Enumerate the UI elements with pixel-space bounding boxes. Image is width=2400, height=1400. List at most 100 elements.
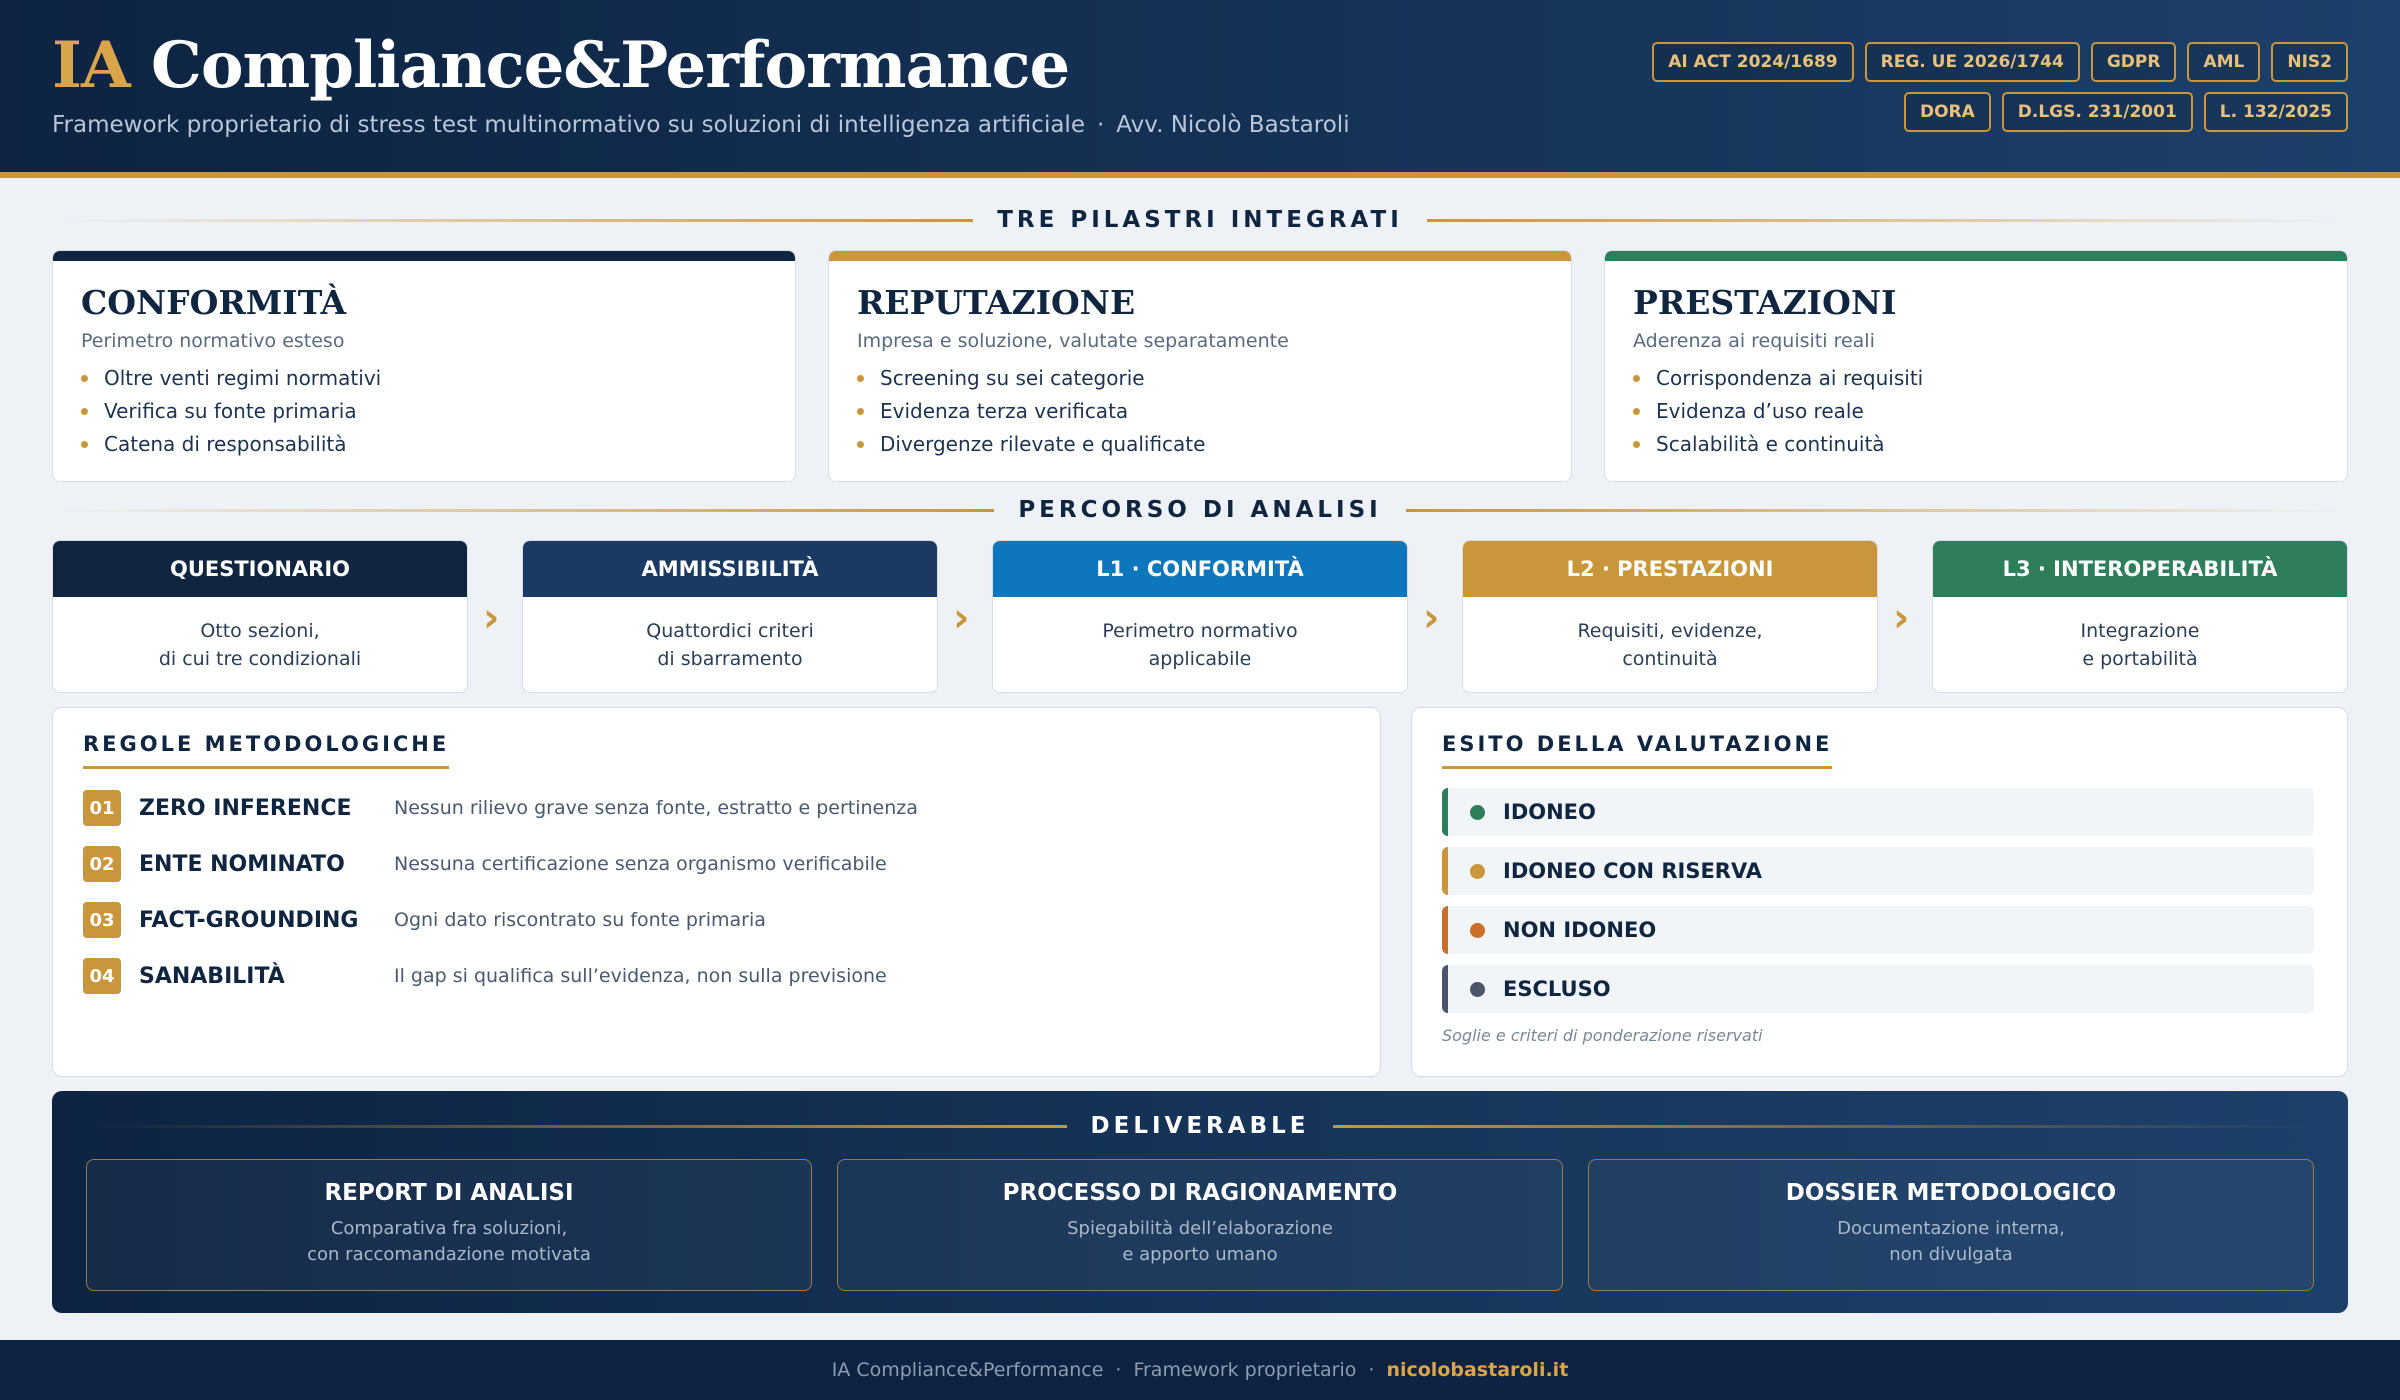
list-item: Corrispondenza ai requisiti xyxy=(1633,366,2347,390)
rule-number: 04 xyxy=(83,958,121,994)
title-prefix: IA xyxy=(52,28,131,103)
heading-rule xyxy=(52,508,995,512)
step-header: QUESTIONARIO xyxy=(53,541,467,597)
badge-legge: L. 132/2025 xyxy=(2203,92,2348,132)
list-item-text: Divergenze rilevate e qualificate xyxy=(880,432,1206,456)
deliverable-panel: DELIVERABLE REPORT DI ANALISI Comparativ… xyxy=(52,1091,2348,1313)
status-dot-icon xyxy=(1470,863,1485,879)
outcome-item-non-idoneo: NON IDONEO xyxy=(1442,906,2314,954)
list-item-text: Corrispondenza ai requisiti xyxy=(1656,366,1924,390)
heading-rule xyxy=(92,1124,1067,1128)
rule-description: Ogni dato riscontrato su fonte primaria xyxy=(394,909,766,931)
step-header: L2 · PRESTAZIONI xyxy=(1463,541,1877,597)
deliverable-desc: Spiegabilità dell’elaborazione e apporto … xyxy=(838,1216,1562,1268)
outcome-item-idoneo: IDONEO xyxy=(1442,788,2314,836)
list-item-text: Scalabilità e continuità xyxy=(1656,432,1885,456)
bullet-icon xyxy=(857,407,864,415)
badge-aml: AML xyxy=(2187,42,2261,82)
footer-name: IA Compliance&Performance xyxy=(831,1359,1104,1381)
deliverable-line: Spiegabilità dell’elaborazione xyxy=(1067,1218,1333,1239)
list-item-text: Oltre venti regimi normativi xyxy=(104,366,382,390)
outcome-stripe xyxy=(1442,788,1448,836)
step-line: Requisiti, evidenze, xyxy=(1577,620,1763,642)
step-l2-prestazioni: L2 · PRESTAZIONI Requisiti, evidenze, con… xyxy=(1462,540,1878,693)
badge-dlgs: D.LGS. 231/2001 xyxy=(2001,92,2193,132)
pillars-heading: TRE PILASTRI INTEGRATI xyxy=(52,205,2349,235)
outcome-item-escluso: ESCLUSO xyxy=(1442,965,2314,1013)
step-l3-interoperabilita: L3 · INTEROPERABILITÀ Integrazione e port… xyxy=(1932,540,2348,693)
footer: IA Compliance&Performance · Framework pr… xyxy=(0,1340,2400,1400)
rule-description: Il gap si qualifica sull’evidenza, non s… xyxy=(394,965,887,987)
step-line: continuità xyxy=(1622,648,1718,670)
step-header: AMMISSIBILITÀ xyxy=(523,541,937,597)
deliverable-desc: Documentazione interna, non divulgata xyxy=(1589,1216,2313,1268)
step-header: L1 · CONFORMITÀ xyxy=(993,541,1407,597)
deliverable-card-processo: PROCESSO DI RAGIONAMENTO Spiegabilità de… xyxy=(837,1159,1563,1291)
chevron-right-icon: › xyxy=(1893,595,1910,641)
rule-number: 02 xyxy=(83,846,121,882)
outcome-title: ESITO DELLA VALUTAZIONE xyxy=(1442,732,1833,769)
pillars-heading-text: TRE PILASTRI INTEGRATI xyxy=(997,207,1403,233)
step-line: applicabile xyxy=(1148,648,1252,670)
heading-rule xyxy=(1426,218,2349,222)
outcome-note: Soglie e criteri di ponderazione riserva… xyxy=(1442,1026,1763,1045)
status-dot-icon xyxy=(1470,922,1485,938)
bullet-icon xyxy=(1633,374,1640,382)
footer-website-link[interactable]: nicolobastaroli.it xyxy=(1386,1359,1568,1381)
step-body: Integrazione e portabilità xyxy=(1933,597,2347,673)
bullet-icon xyxy=(1633,407,1640,415)
pillar-prestazioni: PRESTAZIONI Aderenza ai requisiti reali … xyxy=(1604,250,2348,482)
step-line: di cui tre condizionali xyxy=(158,648,362,670)
list-item: Oltre venti regimi normativi xyxy=(81,366,795,390)
pillar-title: PRESTAZIONI xyxy=(1633,283,1897,322)
bullet-icon xyxy=(857,374,864,382)
list-item: Screening su sei categorie xyxy=(857,366,1571,390)
step-header: L3 · INTEROPERABILITÀ xyxy=(1933,541,2347,597)
badge-nis2: NIS2 xyxy=(2271,42,2348,82)
deliverable-heading-text: DELIVERABLE xyxy=(1090,1113,1310,1139)
deliverable-line: non divulgata xyxy=(1889,1244,2013,1265)
status-dot-icon xyxy=(1470,804,1485,820)
rule-row: 04 SANABILITÀ Il gap si qualifica sull’e… xyxy=(83,956,1333,996)
deliverable-title: PROCESSO DI RAGIONAMENTO xyxy=(1002,1180,1398,1206)
chevron-right-icon: › xyxy=(953,595,970,641)
pillar-reputazione: REPUTAZIONE Impresa e soluzione, valutat… xyxy=(828,250,1572,482)
outcome-label: ESCLUSO xyxy=(1503,977,1611,1001)
footer-label: Framework proprietario xyxy=(1133,1359,1357,1381)
regulation-badges: AI ACT 2024/1689 REG. UE 2026/1744 GDPR … xyxy=(1568,42,2348,132)
badge-gdpr: GDPR xyxy=(2090,42,2177,82)
badge-reg-ue: REG. UE 2026/1744 xyxy=(1864,42,2080,82)
list-item: Catena di responsabilità xyxy=(81,432,795,456)
list-item-text: Evidenza terza verificata xyxy=(880,399,1129,423)
rule-description: Nessuna certificazione senza organismo v… xyxy=(394,853,887,875)
page-subtitle: Framework proprietario di stress test mu… xyxy=(52,112,1350,138)
badge-dora: DORA xyxy=(1903,92,1991,132)
list-item: Verifica su fonte primaria xyxy=(81,399,795,423)
status-dot-icon xyxy=(1470,981,1485,997)
bullet-icon xyxy=(81,374,88,382)
step-body: Quattordici criteri di sbarramento xyxy=(523,597,937,673)
step-body: Requisiti, evidenze, continuità xyxy=(1463,597,1877,673)
rule-name: ENTE NOMINATO xyxy=(139,851,345,877)
step-line: di sbarramento xyxy=(657,648,803,670)
list-item-text: Catena di responsabilità xyxy=(104,432,347,456)
bullet-icon xyxy=(81,407,88,415)
heading-rule xyxy=(1333,1124,2308,1128)
list-item: Evidenza d’uso reale xyxy=(1633,399,2347,423)
footer-separator: · xyxy=(1368,1359,1375,1381)
outcome-label: IDONEO CON RISERVA xyxy=(1503,859,1763,883)
bullet-icon xyxy=(1633,440,1640,448)
rule-name: FACT-GROUNDING xyxy=(139,907,359,933)
deliverable-card-report: REPORT DI ANALISI Comparativa fra soluzi… xyxy=(86,1159,812,1291)
deliverable-title: DOSSIER METODOLOGICO xyxy=(1785,1180,2117,1206)
deliverable-heading: DELIVERABLE xyxy=(92,1111,2308,1141)
step-line: Perimetro normativo xyxy=(1102,620,1298,642)
outcome-label: NON IDONEO xyxy=(1503,918,1657,942)
deliverable-title: REPORT DI ANALISI xyxy=(324,1180,574,1206)
deliverable-line: con raccomandazione motivata xyxy=(307,1244,591,1265)
bullet-icon xyxy=(857,440,864,448)
chevron-right-icon: › xyxy=(483,595,500,641)
list-item-text: Verifica su fonte primaria xyxy=(104,399,357,423)
pillar-subtitle: Impresa e soluzione, valutate separatame… xyxy=(857,330,1289,352)
path-heading-text: PERCORSO DI ANALISI xyxy=(1018,497,1382,523)
